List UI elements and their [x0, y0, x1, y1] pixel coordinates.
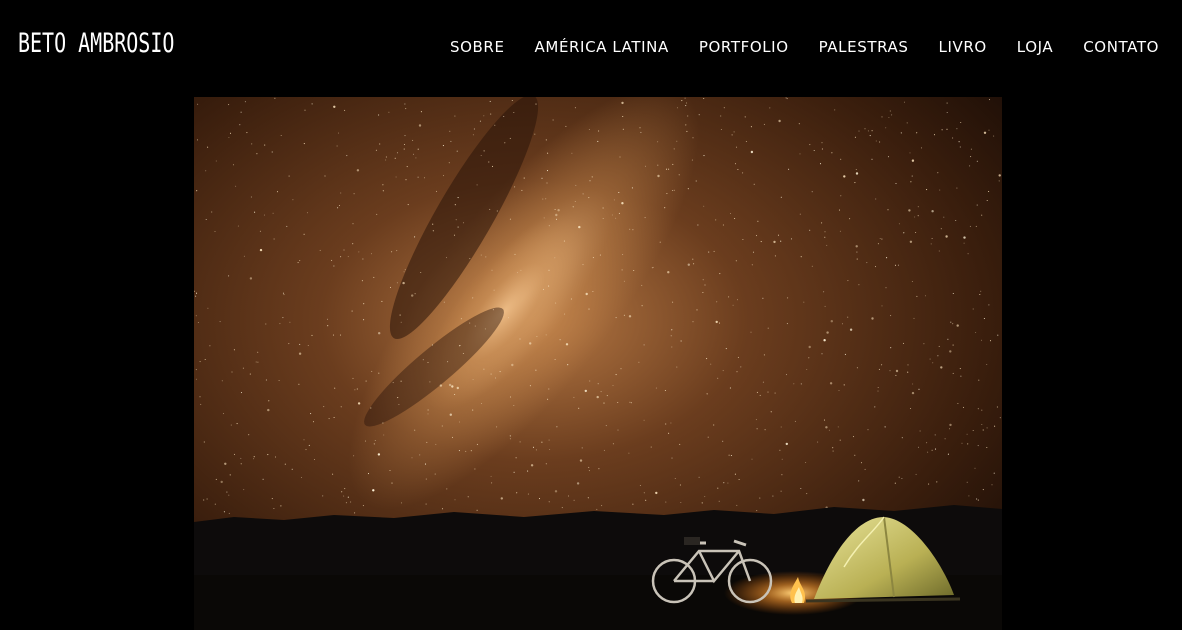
nav-item-livro[interactable]: LIVRO [939, 38, 987, 56]
nav-item-palestras[interactable]: PALESTRAS [819, 38, 909, 56]
nav-item-sobre[interactable]: SOBRE [450, 38, 505, 56]
nav-item-contato[interactable]: CONTATO [1083, 38, 1159, 56]
main-nav: SOBRE AMÉRICA LATINA PORTFOLIO PALESTRAS… [450, 36, 1182, 58]
nav-item-america-latina[interactable]: AMÉRICA LATINA [535, 38, 669, 56]
nav-item-loja[interactable]: LOJA [1017, 38, 1053, 56]
nav-item-portfolio[interactable]: PORTFOLIO [699, 38, 789, 56]
night-sky-camp-image [194, 97, 1002, 630]
site-header: BETO AMBROSIO SOBRE AMÉRICA LATINA PORTF… [0, 0, 1182, 96]
site-logo[interactable]: BETO AMBROSIO [18, 28, 174, 59]
hero-photo [194, 97, 1002, 630]
